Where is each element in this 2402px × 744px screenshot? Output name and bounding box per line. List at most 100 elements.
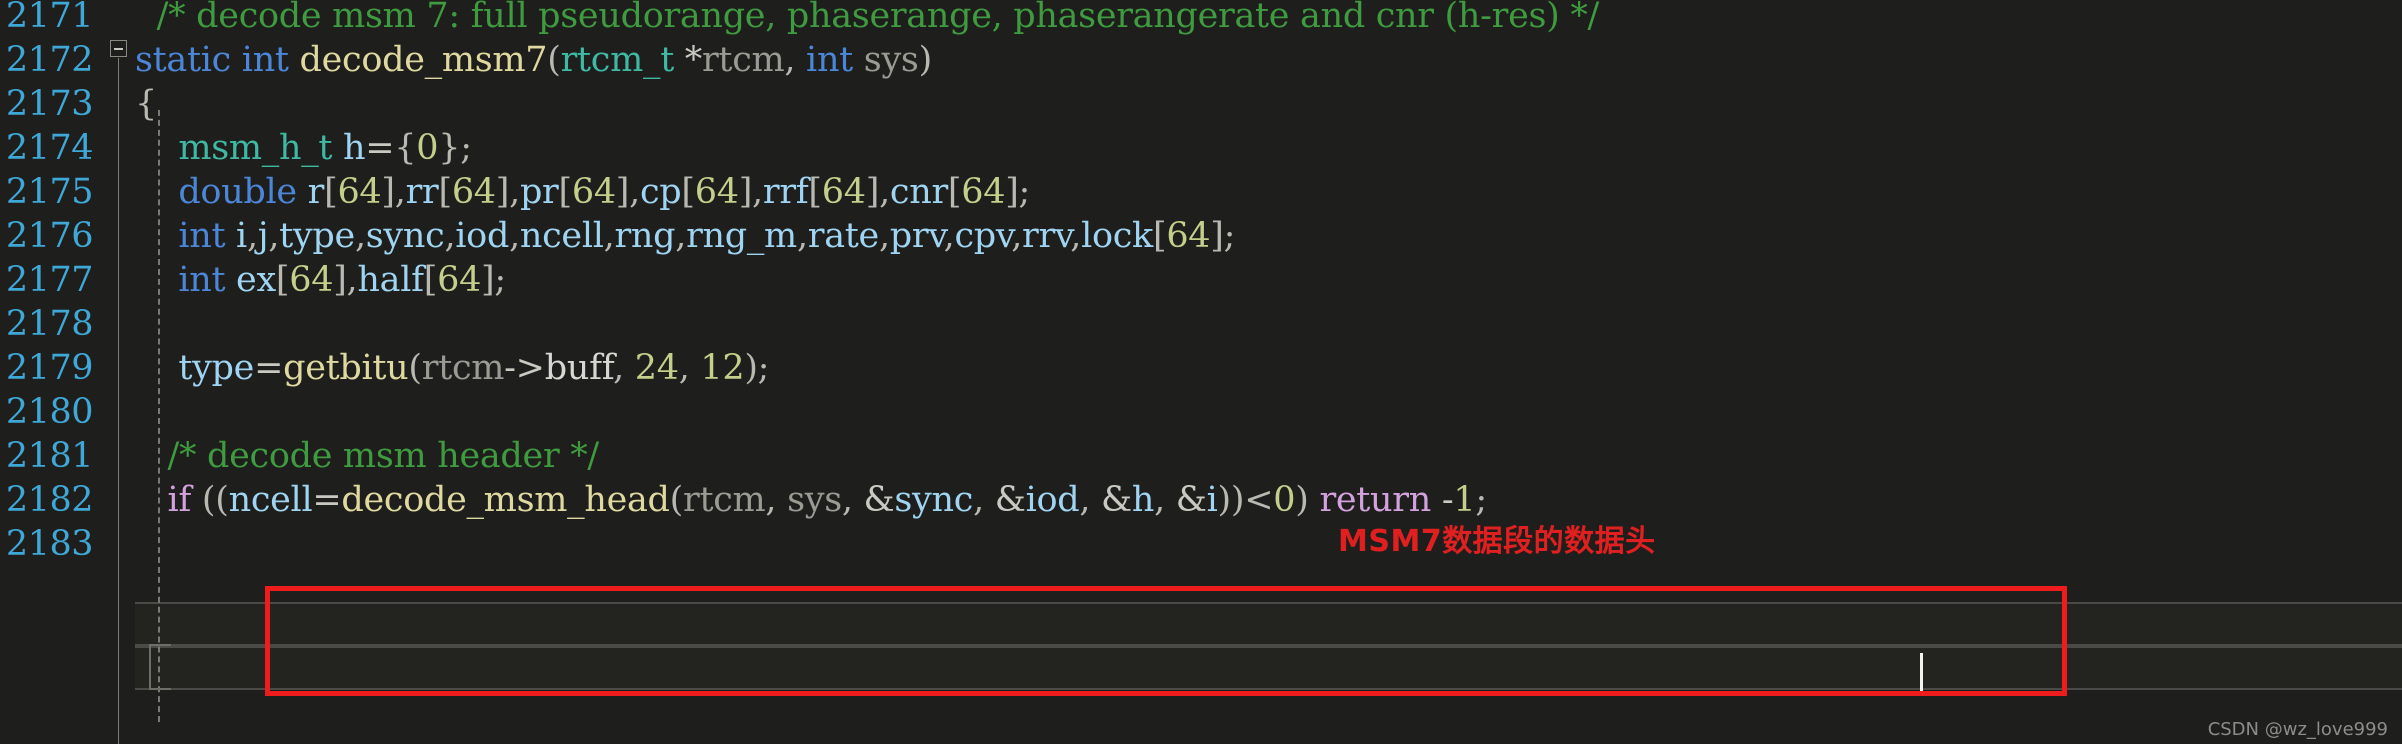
- token-punct: (: [669, 480, 684, 520]
- token-var: rate: [807, 216, 879, 256]
- token-var: rrv: [1022, 216, 1071, 256]
- token-punct: }: [438, 128, 461, 168]
- token-punct: ,: [444, 216, 456, 256]
- line-number-2182: 2182: [5, 480, 94, 520]
- token-num: 0: [416, 128, 439, 168]
- token-op: -: [1441, 480, 1454, 520]
- code-line-2171[interactable]: /* decode msm 7: full pseudorange, phase…: [135, 0, 1600, 38]
- token-punct: ];: [1005, 172, 1031, 212]
- token-type: msm_h_t: [178, 128, 333, 168]
- token-punct: ],: [381, 172, 406, 212]
- line-number-2180: 2180: [5, 392, 94, 432]
- token-var: r: [307, 172, 325, 212]
- token-var: h: [343, 128, 366, 168]
- line-number-2173: 2173: [5, 84, 94, 124]
- token-num: 0: [1273, 480, 1296, 520]
- token-punct: ,: [1011, 216, 1023, 256]
- token-var: ex: [236, 260, 276, 300]
- token-var: cp: [639, 172, 682, 212]
- token-punct: (: [547, 40, 561, 80]
- token-punct: [: [324, 172, 338, 212]
- token-punct: ,: [678, 348, 701, 388]
- token-num: 64: [337, 172, 382, 212]
- fold-range-line: [118, 58, 119, 744]
- token-var: iod: [455, 216, 510, 256]
- token-keyword: int: [241, 40, 289, 80]
- token-punct: [: [1152, 216, 1167, 256]
- token-plain: buff: [544, 348, 614, 388]
- token-param: sys: [863, 40, 919, 80]
- token-punct: ,: [246, 216, 258, 256]
- token-func: decode_msm7: [299, 40, 548, 80]
- token-punct: ): [918, 40, 933, 80]
- token-punct: ,: [613, 348, 635, 388]
- code-line-2174[interactable]: msm_h_t h={0};: [135, 126, 472, 170]
- code-line-2181[interactable]: /* decode msm header */: [135, 434, 599, 478]
- token-punct: ],: [615, 172, 640, 212]
- line-number-2179: 2179: [5, 348, 94, 388]
- token-punct: ,: [268, 216, 280, 256]
- token-punct: ,: [796, 216, 808, 256]
- token-punct: (: [408, 348, 422, 388]
- token-punct: [: [681, 172, 695, 212]
- code-line-2182[interactable]: if ((ncell=decode_msm_head(rtcm, sys, &s…: [135, 478, 1487, 522]
- token-param: rtcm: [683, 480, 766, 520]
- token-func: getbitu: [283, 348, 409, 388]
- token-op: &: [994, 480, 1026, 520]
- token-keyword: static: [135, 40, 231, 80]
- token-var: sync: [894, 480, 974, 520]
- code-line-2176[interactable]: int i,j,type,sync,iod,ncell,rng,rng_m,ra…: [135, 214, 1235, 258]
- code-line-2177[interactable]: int ex[64],half[64];: [135, 258, 506, 302]
- token-var: half: [357, 260, 424, 300]
- token-keyword: int: [178, 260, 226, 300]
- token-num: 64: [571, 172, 616, 212]
- code-folding-column: [103, 0, 135, 744]
- fold-collapse-icon[interactable]: [110, 40, 127, 57]
- code-line-2175[interactable]: double r[64],rr[64],pr[64],cp[64],rrf[64…: [135, 170, 1030, 214]
- token-punct: [: [438, 172, 452, 212]
- token-num: 24: [634, 348, 679, 388]
- token-punct: ,: [784, 40, 807, 80]
- token-keyword2: if: [167, 480, 192, 520]
- token-var: i: [236, 216, 247, 256]
- scope-bracket-marker: [149, 644, 171, 690]
- token-keyword: int: [178, 216, 226, 256]
- token-punct: [: [275, 260, 290, 300]
- code-line-2172[interactable]: static int decode_msm7(rtcm_t *rtcm, int…: [135, 38, 932, 82]
- token-var: iod: [1025, 480, 1080, 520]
- token-punct: [: [558, 172, 573, 212]
- token-var: i: [1206, 480, 1218, 520]
- token-punct: ))<: [1217, 480, 1274, 520]
- token-punct: ;: [1475, 480, 1487, 520]
- line-number-2183: 2183: [5, 524, 94, 564]
- token-punct: [: [947, 172, 962, 212]
- token-num: 1: [1453, 480, 1476, 520]
- token-punct: ,: [841, 480, 864, 520]
- token-type: rtcm_t: [560, 40, 675, 80]
- token-punct: ],: [495, 172, 520, 212]
- token-var: ncell: [228, 480, 313, 520]
- token-var: rng_m: [686, 216, 797, 256]
- token-punct: ,: [1154, 480, 1176, 520]
- token-op: *: [684, 40, 703, 80]
- code-content-area[interactable]: /* decode msm 7: full pseudorange, phase…: [135, 0, 2402, 744]
- token-punct: ,: [354, 216, 366, 256]
- code-line-2179[interactable]: type=getbitu(rtcm->buff, 24, 12);: [135, 346, 769, 390]
- token-op: =: [312, 480, 342, 520]
- token-punct: ],: [333, 260, 358, 300]
- token-var: sync: [365, 216, 445, 256]
- line-number-gutter: 2171 2172 2173 2174 2175 2176 2177 2178 2179 2180…: [0, 0, 103, 744]
- token-num: 64: [694, 172, 739, 212]
- code-line-2173[interactable]: {: [135, 82, 157, 126]
- token-param: rtcm: [421, 348, 505, 388]
- token-op: &: [1101, 480, 1132, 520]
- line-number-2176: 2176: [5, 216, 94, 256]
- token-var: j: [257, 216, 269, 256]
